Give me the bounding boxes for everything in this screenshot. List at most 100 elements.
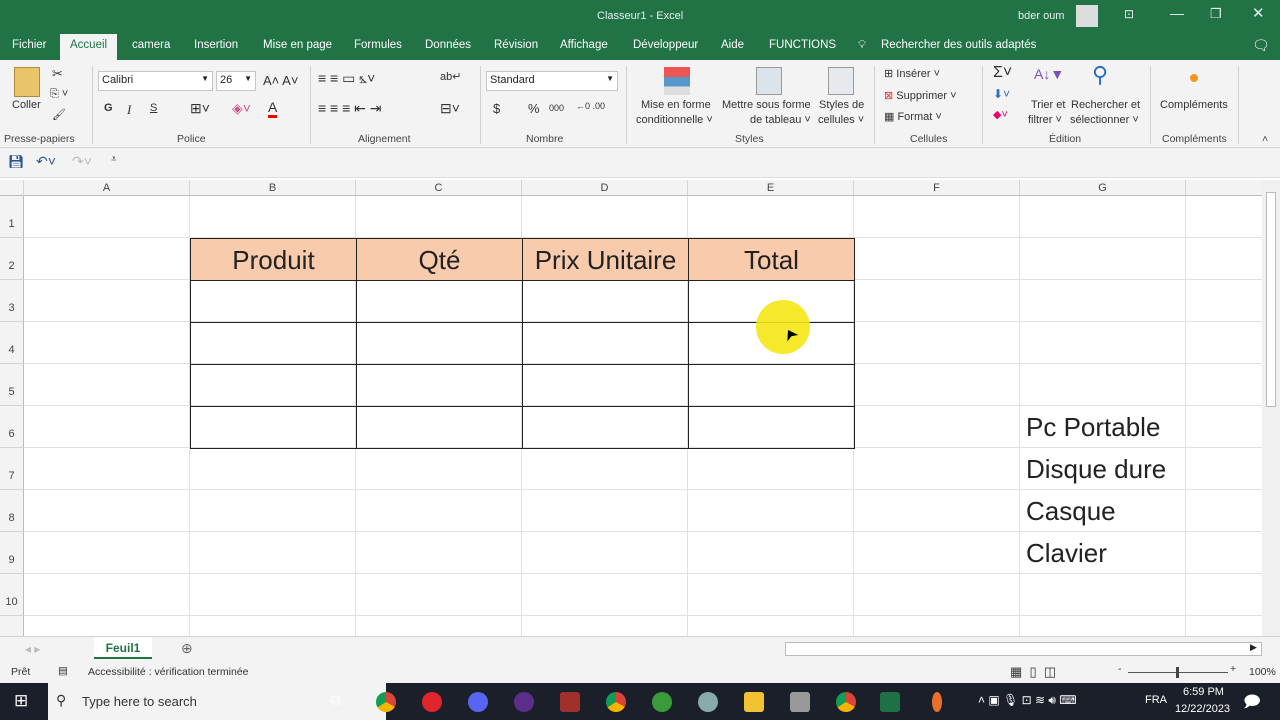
row-header[interactable]: 4: [0, 322, 24, 364]
table-cell[interactable]: [356, 280, 523, 323]
font-size-select[interactable]: 26 ▼: [216, 71, 256, 91]
row-header[interactable]: 10: [0, 574, 24, 616]
task-view-icon[interactable]: ⧉: [330, 692, 341, 709]
table-cell[interactable]: [688, 364, 855, 407]
undo-icon[interactable]: ↶˅: [36, 153, 56, 170]
paste-icon[interactable]: [14, 67, 40, 97]
tab-mise-en-page[interactable]: Mise en page: [263, 39, 332, 51]
table-header-cell[interactable]: Qté: [356, 238, 523, 281]
italic-button[interactable]: I: [127, 102, 131, 118]
borders-icon[interactable]: ⊞˅: [190, 100, 210, 117]
column-header[interactable]: E: [688, 180, 854, 196]
row-header[interactable]: [0, 616, 24, 636]
chrome-icon[interactable]: [376, 692, 396, 712]
table-header-cell[interactable]: Prix Unitaire: [522, 238, 689, 281]
row-header[interactable]: 8: [0, 490, 24, 532]
table-cell[interactable]: [356, 364, 523, 407]
macro-icon[interactable]: ▤: [58, 665, 68, 677]
underline-button[interactable]: S: [150, 102, 157, 114]
bold-button[interactable]: G: [104, 102, 113, 114]
close-button[interactable]: ✕: [1252, 4, 1265, 22]
row-header[interactable]: 1: [0, 196, 24, 238]
vertical-scrollbar[interactable]: [1262, 180, 1280, 636]
list-item[interactable]: Disque dure: [1026, 448, 1166, 490]
table-cell[interactable]: [190, 280, 357, 323]
fill-color-icon[interactable]: ◈˅: [232, 100, 251, 117]
app-icon[interactable]: [652, 692, 672, 712]
tab-developpeur[interactable]: Développeur: [633, 39, 698, 51]
file-explorer-icon[interactable]: [744, 692, 764, 712]
chrome-profile-icon[interactable]: [606, 692, 626, 712]
column-header[interactable]: G: [1020, 180, 1186, 196]
insert-cells-button[interactable]: ⊞ Insérer ˅: [884, 67, 940, 80]
nox-icon[interactable]: [514, 692, 534, 712]
align-top-icons[interactable]: ≡ ≡ ▭ ⦩˅: [318, 70, 375, 87]
currency-button[interactable]: $: [493, 101, 500, 116]
percent-button[interactable]: %: [528, 101, 540, 116]
user-name[interactable]: bder oum: [1018, 10, 1064, 22]
tab-donnees[interactable]: Données: [425, 39, 471, 51]
conditional-format-label2[interactable]: conditionnelle ˅: [636, 114, 713, 126]
row-header[interactable]: 5: [0, 364, 24, 406]
table-header-cell[interactable]: Produit: [190, 238, 357, 281]
column-header[interactable]: C: [356, 180, 522, 196]
tell-me-search[interactable]: Rechercher des outils adaptés: [881, 39, 1036, 51]
normal-view-icon[interactable]: ▦ ▯ ◫: [1010, 664, 1056, 680]
thousands-button[interactable]: 000: [549, 103, 564, 113]
find-select-button[interactable]: Rechercher et: [1071, 99, 1140, 111]
format-painter-icon[interactable]: 🖌︎: [52, 108, 66, 121]
tab-formules[interactable]: Formules: [354, 39, 402, 51]
system-tray-icons[interactable]: ˄ ▣ 🎙︎ ⊡ ≋ 🔊︎ ⌨: [978, 693, 1077, 708]
save-icon[interactable]: 💾︎: [8, 154, 25, 170]
windows-start-icon[interactable]: ⊞: [14, 691, 28, 711]
paint-icon[interactable]: [698, 692, 718, 712]
row-header[interactable]: 6: [0, 406, 24, 448]
list-item[interactable]: Clavier: [1026, 532, 1107, 574]
clock-date[interactable]: 12/22/2023: [1175, 703, 1230, 715]
fill-icon[interactable]: ⬇˅: [993, 87, 1010, 101]
wrap-text-icon[interactable]: ab↵: [440, 70, 461, 83]
row-header[interactable]: 9: [0, 532, 24, 574]
row-header[interactable]: 3: [0, 280, 24, 322]
excel-icon[interactable]: [880, 692, 900, 712]
spreadsheet-grid[interactable]: A B C D E F G 1 2 3 4 5 6 7 8 9 10 Produit Qté Prix Unitair…: [0, 180, 1262, 636]
table-cell[interactable]: [522, 322, 689, 365]
find-select-label2[interactable]: sélectionner ˅: [1070, 114, 1139, 126]
table-cell[interactable]: [522, 406, 689, 449]
table-cell[interactable]: [356, 322, 523, 365]
winrar-icon[interactable]: [560, 692, 580, 712]
horizontal-scrollbar[interactable]: [785, 642, 1262, 656]
addins-button[interactable]: Compléments: [1160, 99, 1228, 111]
table-header-cell[interactable]: Total: [688, 238, 855, 281]
delete-cells-button[interactable]: ⊠ Supprimer ˅: [884, 89, 957, 102]
copy-icon[interactable]: ⎘ ˅: [50, 88, 68, 101]
sheet-tab-feuil1[interactable]: Feuil1: [94, 637, 152, 659]
table-cell[interactable]: [522, 364, 689, 407]
decimal-icons[interactable]: ←0 .00: [576, 101, 605, 111]
cut-icon[interactable]: ✂: [52, 66, 63, 82]
add-sheet-icon[interactable]: ⊕: [181, 640, 193, 657]
prev-sheet-icon[interactable]: ◂ ▸: [25, 642, 40, 656]
list-item[interactable]: Pc Portable: [1026, 406, 1160, 448]
select-all-corner[interactable]: [0, 180, 24, 196]
column-header[interactable]: B: [190, 180, 356, 196]
cell-styles-button[interactable]: Styles de: [819, 99, 864, 111]
tab-accueil[interactable]: Accueil: [60, 34, 118, 60]
align-horizontal-icons[interactable]: ≡ ≡ ≡ ⇤ ⇥: [318, 100, 382, 117]
sort-filter-button[interactable]: Trier et: [1031, 99, 1065, 111]
tab-aide[interactable]: Aide: [721, 39, 744, 51]
autosum-icon[interactable]: Σ˅: [993, 64, 1012, 82]
table-cell[interactable]: [356, 406, 523, 449]
paste-button[interactable]: Coller: [12, 99, 41, 111]
cell-styles-label2[interactable]: cellules ˅: [818, 114, 864, 126]
column-header[interactable]: D: [522, 180, 688, 196]
scroll-right-icon[interactable]: ▶: [1250, 642, 1257, 653]
tab-functions[interactable]: FUNCTIONS: [769, 39, 836, 51]
column-header[interactable]: A: [24, 180, 190, 196]
increase-font-icon[interactable]: A˄ A˅: [263, 73, 298, 88]
column-header[interactable]: F: [854, 180, 1020, 196]
language-indicator[interactable]: FRA: [1145, 694, 1167, 706]
table-cell[interactable]: [190, 364, 357, 407]
opera-icon[interactable]: [422, 692, 442, 712]
table-cell[interactable]: [522, 280, 689, 323]
